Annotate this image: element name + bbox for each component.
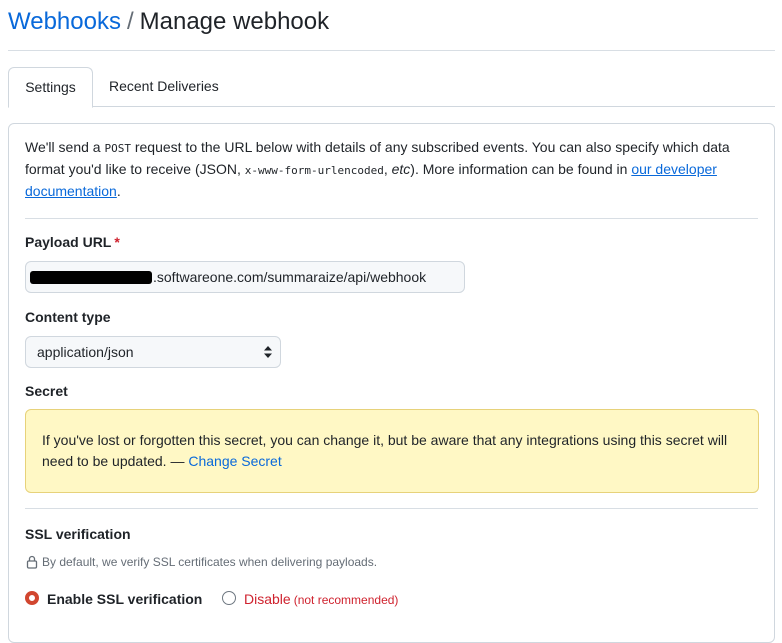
payload-url-label-text: Payload URL	[25, 234, 112, 250]
payload-url-label: Payload URL *	[25, 234, 120, 250]
required-mark: *	[114, 234, 120, 250]
secret-label: Secret	[25, 383, 68, 399]
tab-settings[interactable]: Settings	[8, 67, 93, 108]
redaction-bar	[30, 270, 152, 284]
form-urlencoded-code: x-www-form-urlencoded	[244, 164, 384, 177]
change-secret-link[interactable]: Change Secret	[188, 453, 281, 469]
disable-ssl-radio[interactable]	[222, 591, 236, 605]
post-code: POST	[104, 142, 131, 155]
breadcrumb-separator: /	[126, 8, 134, 35]
divider	[25, 508, 758, 509]
divider	[25, 218, 758, 219]
select-arrows-icon	[264, 346, 272, 358]
intro-text-part: ,	[383, 161, 392, 177]
breadcrumb-webhooks-link[interactable]: Webhooks	[8, 8, 121, 35]
payload-url-input[interactable]: .softwareone.com/summaraize/api/webhook	[25, 261, 465, 293]
ssl-note: By default, we verify SSL certificates w…	[25, 554, 377, 570]
tab-recent-deliveries[interactable]: Recent Deliveries	[93, 67, 235, 107]
secret-notice-text: If you've lost or forgotten this secret,…	[42, 432, 728, 469]
disable-ssl-label-text: Disable	[244, 591, 291, 607]
not-recommended-note: (not recommended)	[293, 593, 399, 607]
content-type-selected: application/json	[37, 344, 134, 360]
enable-ssl-label[interactable]: Enable SSL verification	[47, 589, 202, 609]
ssl-note-text: By default, we verify SSL certificates w…	[42, 555, 378, 569]
page-header: Webhooks / Manage webhook	[8, 6, 775, 51]
lock-icon	[26, 555, 38, 569]
etc-text: etc	[391, 161, 411, 177]
tab-bar: Settings Recent Deliveries	[8, 67, 775, 108]
enable-ssl-radio[interactable]	[25, 591, 39, 605]
intro-text: We'll send a POST request to the URL bel…	[25, 137, 745, 202]
payload-url-value: .softwareone.com/summaraize/api/webhook	[153, 269, 427, 285]
disable-ssl-label[interactable]: Disable (not recommended)	[244, 589, 398, 610]
content-type-select[interactable]: application/json	[25, 336, 281, 368]
settings-panel: We'll send a POST request to the URL bel…	[8, 123, 775, 643]
intro-text-part: We'll send a	[25, 139, 105, 155]
content-type-label: Content type	[25, 309, 111, 325]
intro-text-part: .	[116, 183, 121, 199]
page-title: Manage webhook	[139, 8, 330, 35]
intro-text-part: ). More information can be found in	[410, 161, 632, 177]
ssl-verification-label: SSL verification	[25, 526, 131, 542]
secret-notice: If you've lost or forgotten this secret,…	[25, 409, 759, 493]
